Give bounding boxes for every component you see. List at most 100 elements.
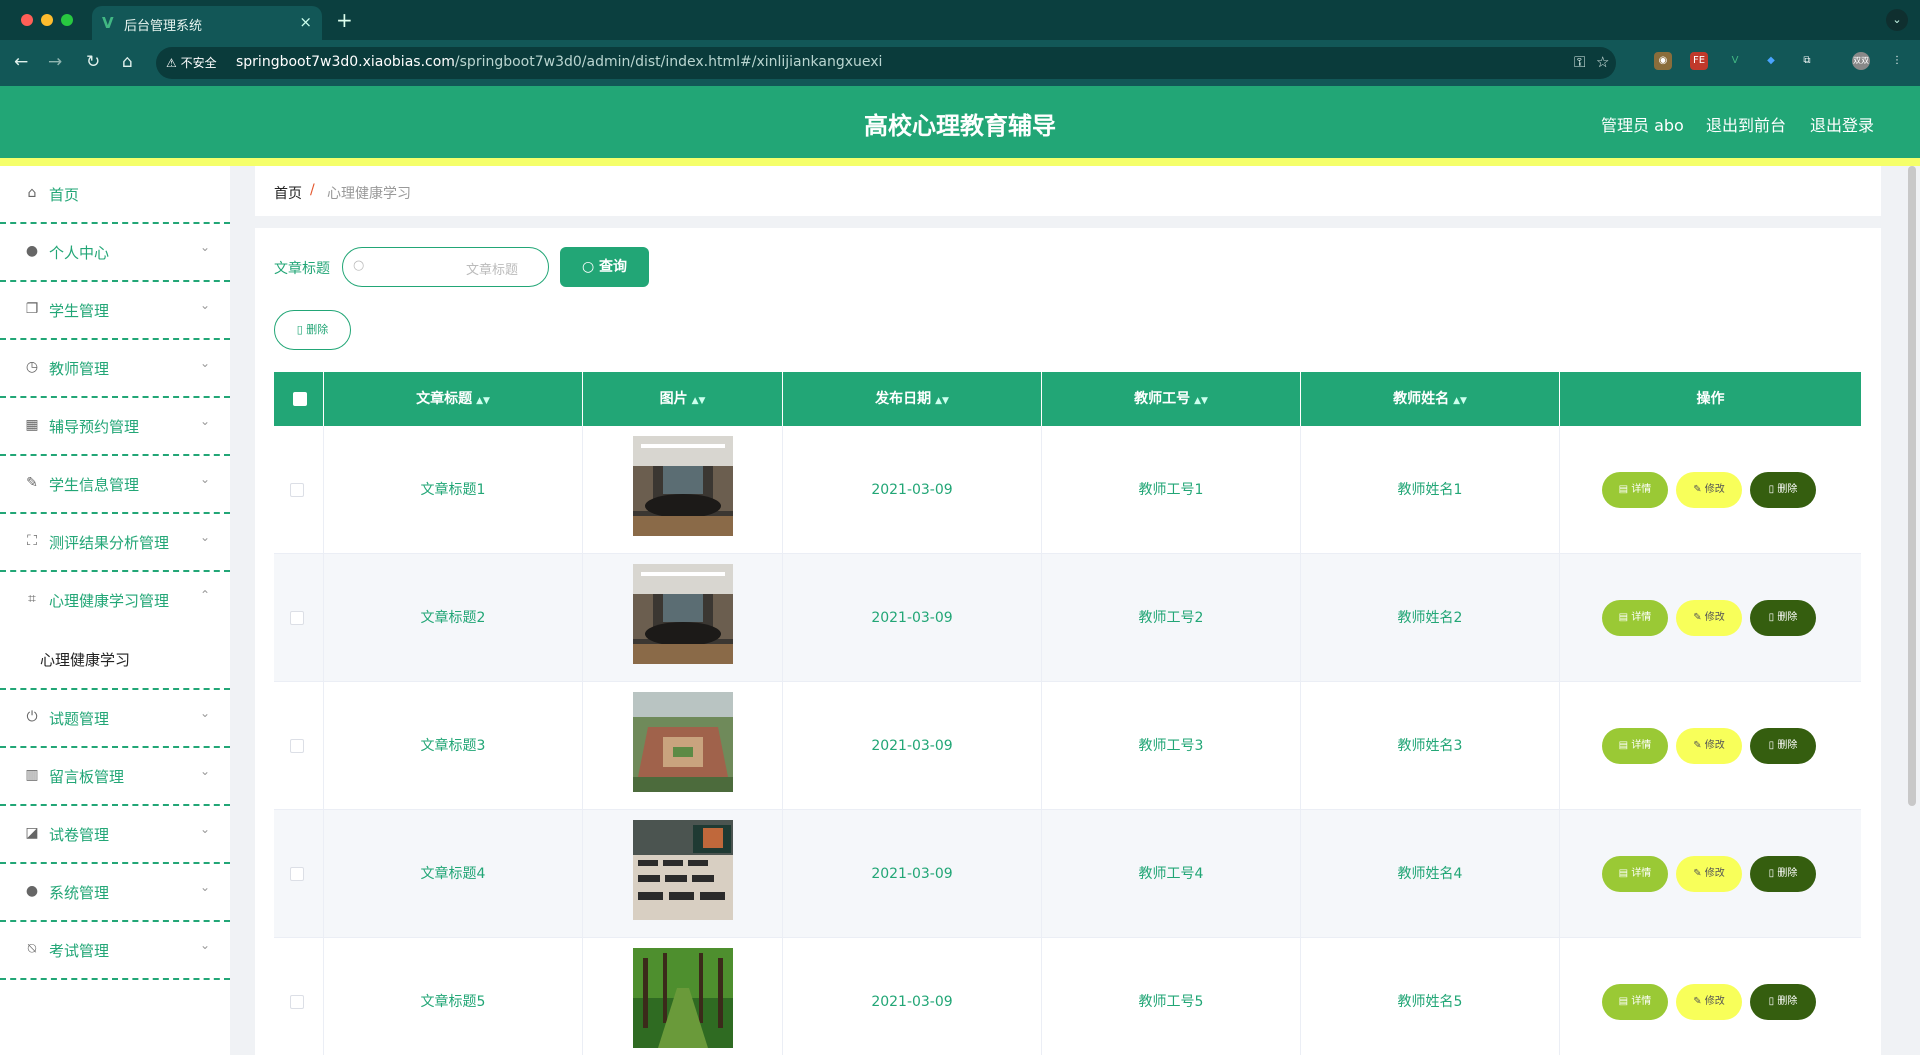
select-all-checkbox[interactable]	[293, 392, 307, 406]
sidebar-item-student-info-management[interactable]: ✎ 学生信息管理 ⌄	[0, 456, 230, 514]
tree-lined-path-image[interactable]	[633, 948, 733, 1048]
row-checkbox[interactable]	[290, 611, 304, 625]
edit-button[interactable]: ✎ 修改	[1676, 600, 1742, 636]
delete-label: 删除	[1777, 484, 1798, 495]
forward-icon[interactable]: →	[48, 52, 62, 72]
delete-label: 删除	[1777, 740, 1798, 751]
sidebar-item-teacher-management[interactable]: ◷ 教师管理 ⌄	[0, 340, 230, 398]
tab-close-icon[interactable]: ×	[299, 13, 312, 31]
url-text[interactable]: springboot7w3d0.xiaobias.com/springboot7…	[236, 54, 882, 70]
search-input[interactable]: ○ 文章标题	[342, 247, 549, 287]
sort-icon[interactable]: ▲▼	[692, 396, 706, 406]
puzzle-extension-icon[interactable]: ⧉	[1798, 52, 1816, 70]
row-checkbox[interactable]	[290, 739, 304, 753]
url-omnibox[interactable]: ⚠ 不安全 springboot7w3d0.xiaobias.com/sprin…	[156, 47, 1616, 79]
detail-button[interactable]: ▤ 详情	[1602, 600, 1668, 636]
sidebar-item-system-management[interactable]: ● 系统管理 ⌄	[0, 864, 230, 922]
cell-image	[583, 810, 783, 938]
sidebar-item-paper-management[interactable]: ◪ 试卷管理 ⌄	[0, 806, 230, 864]
sort-icon[interactable]: ▲▼	[1194, 396, 1208, 406]
edit-button[interactable]: ✎ 修改	[1676, 472, 1742, 508]
search-button-label: 查询	[599, 259, 628, 275]
reload-icon[interactable]: ↻	[86, 52, 100, 72]
sidebar-subitem-mental-health-learning[interactable]: 心理健康学习	[0, 630, 230, 690]
exit-to-front-link[interactable]: 退出到前台	[1706, 112, 1786, 136]
logout-link[interactable]: 退出登录	[1810, 112, 1874, 136]
edit-button[interactable]: ✎ 修改	[1676, 856, 1742, 892]
sidebar-item-personal-center[interactable]: ● 个人中心 ⌄	[0, 224, 230, 282]
delete-button[interactable]: ▯ 删除	[1750, 472, 1816, 508]
bell-off-icon: ⍉	[27, 941, 37, 957]
cell-teacher-id: 教师工号3	[1042, 682, 1301, 810]
row-checkbox[interactable]	[290, 995, 304, 1009]
sidebar-item-exam-management[interactable]: ⍉ 考试管理 ⌄	[0, 922, 230, 980]
table-header: 文章标题 ▲▼ 图片 ▲▼ 发布日期 ▲▼ 教师工号 ▲▼ 教师姓名 ▲▼ 操作	[274, 372, 1861, 426]
minimize-window-button[interactable]	[41, 14, 53, 26]
tab-search-icon[interactable]: ⌄	[1886, 9, 1908, 31]
new-tab-button[interactable]: +	[336, 8, 353, 32]
fe-extension-icon[interactable]: FE	[1690, 52, 1708, 70]
sidebar-item-question-management[interactable]: ⏻ 试题管理 ⌄	[0, 690, 230, 748]
row-checkbox[interactable]	[290, 867, 304, 881]
delete-label: 删除	[1777, 612, 1798, 623]
conference-room-image[interactable]	[633, 564, 733, 664]
back-icon[interactable]: ←	[14, 52, 28, 72]
gem-extension-icon[interactable]: ◆	[1762, 52, 1780, 70]
detail-button[interactable]: ▤ 详情	[1602, 856, 1668, 892]
campus-aerial-image[interactable]	[633, 692, 733, 792]
breadcrumb-home[interactable]: 首页	[274, 183, 302, 203]
search-button[interactable]: ○ 查询	[560, 247, 649, 287]
sidebar-item-assessment-analysis[interactable]: ⛶ 测评结果分析管理 ⌄	[0, 514, 230, 572]
maximize-window-button[interactable]	[61, 14, 73, 26]
detail-button[interactable]: ▤ 详情	[1602, 984, 1668, 1020]
browser-menu-icon[interactable]: ⋮	[1888, 52, 1906, 70]
delete-button[interactable]: ▯ 删除	[1750, 984, 1816, 1020]
delete-button[interactable]: ▯ 删除	[1750, 728, 1816, 764]
classroom-image[interactable]	[633, 820, 733, 920]
home-browser-icon[interactable]: ⌂	[122, 52, 133, 72]
sidebar-item-label: 辅导预约管理	[49, 418, 140, 436]
key-icon[interactable]: ⚿	[1574, 53, 1585, 71]
close-window-button[interactable]	[21, 14, 33, 26]
profile-avatar[interactable]: 双双	[1852, 52, 1870, 70]
detail-button[interactable]: ▤ 详情	[1602, 472, 1668, 508]
sidebar-item-appointment-management[interactable]: ▦ 辅导预约管理 ⌄	[0, 398, 230, 456]
column-header-date[interactable]: 发布日期 ▲▼	[783, 372, 1042, 426]
insecure-warning-icon[interactable]: ⚠ 不安全	[166, 54, 217, 71]
delete-button[interactable]: ▯ 删除	[1750, 600, 1816, 636]
sort-icon[interactable]: ▲▼	[935, 396, 949, 406]
sidebar-item-mental-health-learning[interactable]: ⌗ 心理健康学习管理 ⌃	[0, 572, 230, 630]
page-scrollbar[interactable]	[1908, 166, 1916, 806]
trash-icon: ▯	[1768, 612, 1775, 623]
row-checkbox[interactable]	[290, 483, 304, 497]
sidebar-item-student-management[interactable]: ❐ 学生管理 ⌄	[0, 282, 230, 340]
column-header-teacher-name[interactable]: 教师姓名 ▲▼	[1301, 372, 1560, 426]
delete-button[interactable]: ▯ 删除	[1750, 856, 1816, 892]
column-header-teacher-id[interactable]: 教师工号 ▲▼	[1042, 372, 1301, 426]
sort-icon[interactable]: ▲▼	[476, 396, 490, 406]
bulk-delete-button[interactable]: ▯ 删除	[274, 310, 351, 350]
detail-button[interactable]: ▤ 详情	[1602, 728, 1668, 764]
vue-logo-icon: V	[102, 14, 114, 32]
browser-tab[interactable]: V 后台管理系统 ×	[92, 6, 322, 40]
edit-button[interactable]: ✎ 修改	[1676, 728, 1742, 764]
cell-teacher-name: 教师姓名2	[1301, 554, 1560, 682]
document-icon: ▤	[1618, 996, 1629, 1007]
app-header: 高校心理教育辅导 管理员 abo 退出到前台 退出登录	[0, 86, 1920, 158]
conference-room-image[interactable]	[633, 436, 733, 536]
column-header-title[interactable]: 文章标题 ▲▼	[324, 372, 583, 426]
column-header-image[interactable]: 图片 ▲▼	[583, 372, 783, 426]
sidebar-item-home[interactable]: ⌂ 首页	[0, 166, 230, 224]
star-icon[interactable]: ☆	[1596, 53, 1609, 71]
vue-extension-icon[interactable]: V	[1726, 52, 1744, 70]
extension-avatar-icon[interactable]: ◉	[1654, 52, 1672, 70]
column-actions-label: 操作	[1696, 391, 1725, 407]
cell-actions: ▤ 详情 ✎ 修改 ▯ 删除	[1560, 810, 1861, 938]
user-icon: ●	[25, 243, 39, 259]
chevron-down-icon: ⌄	[199, 822, 210, 836]
cell-title: 文章标题5	[324, 938, 583, 1055]
cell-teacher-name: 教师姓名1	[1301, 426, 1560, 554]
sort-icon[interactable]: ▲▼	[1453, 396, 1467, 406]
edit-button[interactable]: ✎ 修改	[1676, 984, 1742, 1020]
sidebar-item-message-board[interactable]: ▥ 留言板管理 ⌄	[0, 748, 230, 806]
